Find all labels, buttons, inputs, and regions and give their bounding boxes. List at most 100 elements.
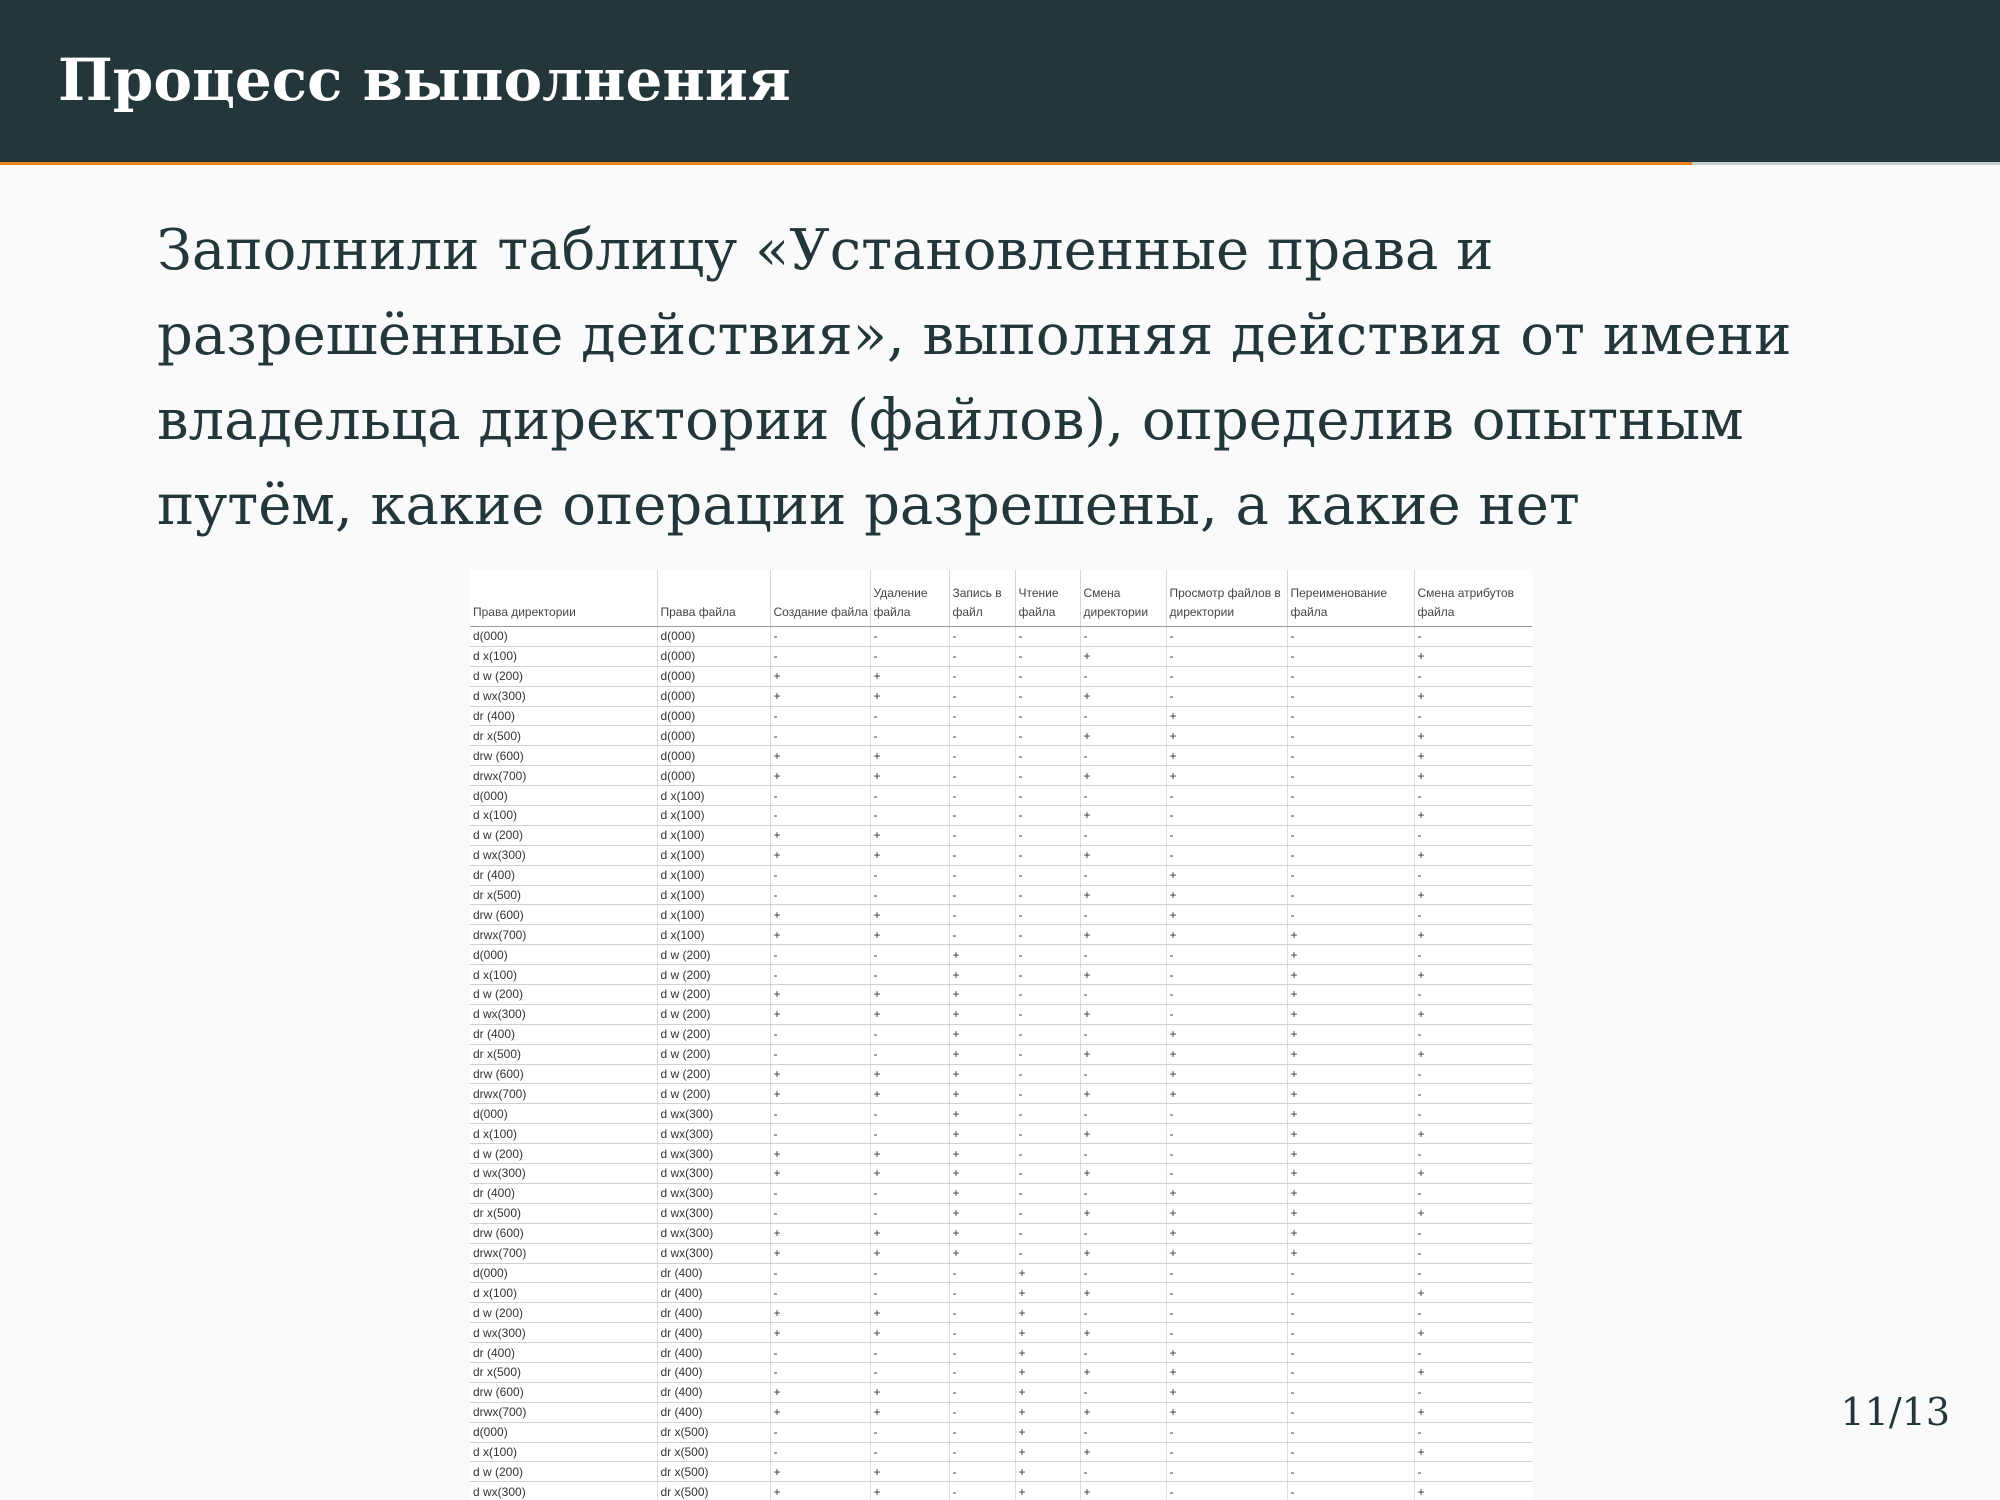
table-cell: + [770, 845, 871, 866]
table-cell: - [870, 706, 950, 727]
table-cell: - [1015, 785, 1081, 807]
table-cell: + [870, 1064, 950, 1085]
table-cell: - [770, 1362, 871, 1383]
table-row: d w (200) dr (400) + + - + - - - - [470, 1302, 1532, 1324]
table-cell: d x(100) [657, 885, 771, 906]
table-cell: + [1015, 1422, 1081, 1443]
table-cell: - [1015, 1024, 1081, 1045]
table-cell: - [1414, 1223, 1532, 1244]
table-cell: d wx(300) [657, 1123, 771, 1145]
table-cell: - [770, 1282, 871, 1304]
table-cell: - [870, 626, 950, 647]
table-cell: d x(100) [657, 865, 771, 886]
table-cell: + [770, 1302, 871, 1324]
table-cell: + [770, 1461, 871, 1483]
column-header: Смена атрибутов файла [1414, 570, 1532, 627]
table-cell: + [1287, 1103, 1415, 1125]
table-cell: - [1166, 1461, 1288, 1483]
table-cell: + [1414, 765, 1532, 787]
table-cell: - [1166, 1282, 1288, 1304]
table-row: dr (400) d x(100) - - - - - + - - [470, 865, 1532, 886]
table-cell: + [1166, 924, 1288, 946]
table-cell: - [770, 1342, 871, 1363]
table-cell: - [770, 626, 871, 647]
table-cell: d wx(300) [470, 1322, 658, 1344]
table-cell: + [1166, 725, 1288, 747]
table-cell: - [870, 725, 950, 747]
table-cell: - [1287, 666, 1415, 687]
table-cell: drwx(700) [470, 1083, 658, 1105]
table-cell: - [770, 1442, 871, 1463]
table-cell: - [949, 1342, 1016, 1363]
table-row: d wx(300) d w (200) + + + - + - + + [470, 1004, 1532, 1025]
table-cell: d x(100) [657, 785, 771, 807]
table-cell: - [1015, 964, 1081, 986]
table-cell: - [1080, 626, 1167, 647]
table-cell: - [1287, 865, 1415, 886]
page-number: 11/13 [1840, 1390, 1950, 1434]
table-cell: + [1080, 1123, 1167, 1145]
table-cell: + [1080, 1442, 1167, 1463]
table-cell: d(000) [470, 1422, 658, 1443]
table-row: dr x(500) d wx(300) - - + - + + + + [470, 1203, 1532, 1224]
slide-title: Процесс выполнения [58, 46, 791, 114]
table-cell: + [770, 1223, 871, 1244]
table-cell: drw (600) [470, 1064, 658, 1085]
table-cell: - [1015, 1163, 1081, 1184]
column-header: Права файла [657, 570, 771, 627]
table-cell: d w (200) [470, 825, 658, 846]
table-cell: - [1166, 984, 1288, 1005]
table-cell: d x(100) [657, 845, 771, 866]
table-cell: - [949, 1282, 1016, 1304]
table-cell: - [870, 885, 950, 906]
table-cell: - [1080, 745, 1167, 767]
table-cell: d wx(300) [470, 1004, 658, 1025]
table-cell: - [1287, 646, 1415, 667]
table-cell: - [949, 805, 1016, 826]
table-cell: + [1414, 1282, 1532, 1304]
table-cell: d x(100) [470, 964, 658, 986]
table-cell: - [1080, 1223, 1167, 1244]
table-cell: - [949, 686, 1016, 707]
table-cell: - [949, 745, 1016, 767]
table-row: d(000) d x(100) - - - - - - - - [470, 785, 1532, 807]
table-cell: + [870, 1163, 950, 1184]
table-cell: + [1080, 1402, 1167, 1423]
table-cell: - [1287, 1302, 1415, 1324]
table-cell: + [870, 825, 950, 846]
table-row: dr (400) d(000) - - - - - + - - [470, 706, 1532, 727]
table-cell: + [870, 1382, 950, 1403]
table-cell: - [770, 885, 871, 906]
table-cell: - [949, 626, 1016, 647]
table-cell: + [1166, 1083, 1288, 1105]
table-row: d(000) dr (400) - - - + - - - - [470, 1263, 1532, 1284]
table-cell: + [1414, 1442, 1532, 1463]
table-cell: - [1166, 646, 1288, 667]
table-cell: d wx(300) [657, 1183, 771, 1204]
table-row: d x(100) d wx(300) - - + - + - + + [470, 1123, 1532, 1145]
table-row: d wx(300) d x(100) + + - - + - - + [470, 845, 1532, 866]
table-row: drwx(700) d wx(300) + + + - + + + - [470, 1243, 1532, 1264]
table-cell: + [1166, 1064, 1288, 1085]
table-cell: drwx(700) [470, 765, 658, 787]
table-cell: + [1166, 865, 1288, 886]
table-cell: drwx(700) [470, 924, 658, 946]
table-cell: - [870, 1342, 950, 1363]
table-cell: drw (600) [470, 1223, 658, 1244]
table-cell: d wx(300) [470, 1481, 658, 1500]
column-header: Переименование файла [1287, 570, 1415, 627]
table-cell: + [1015, 1382, 1081, 1403]
table-cell: + [870, 904, 950, 926]
table-cell: d w (200) [470, 1461, 658, 1483]
table-cell: + [1287, 1024, 1415, 1045]
table-cell: - [1015, 626, 1081, 647]
table-cell: d w (200) [470, 1143, 658, 1165]
table-cell: + [1015, 1442, 1081, 1463]
table-header-row: Права директории Права файла Создание файл… [470, 570, 1532, 627]
table-cell: - [1015, 924, 1081, 946]
table-cell: - [870, 785, 950, 807]
table-cell: - [1080, 785, 1167, 807]
table-cell: - [1080, 944, 1167, 966]
table-cell: + [1015, 1402, 1081, 1423]
table-cell: dr x(500) [470, 1203, 658, 1224]
